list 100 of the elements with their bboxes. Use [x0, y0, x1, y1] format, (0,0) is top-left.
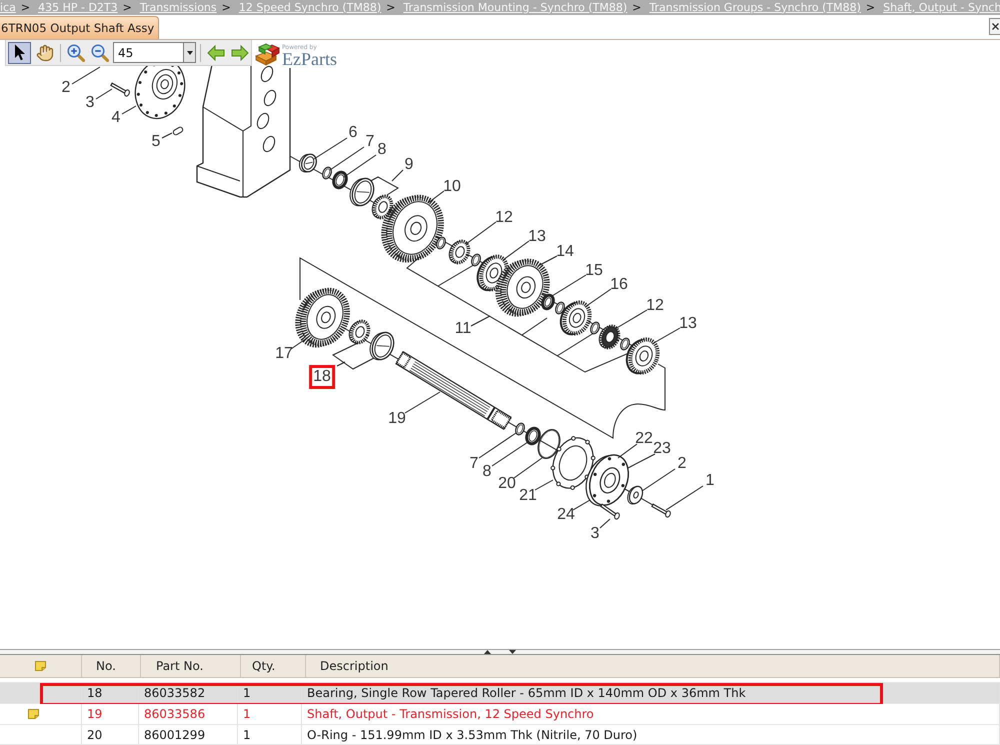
callout-label[interactable]: 12 [646, 298, 664, 314]
leader-line [336, 362, 346, 366]
callout-label[interactable]: 15 [585, 263, 603, 279]
table-cell: Shaft, Output - Transmission, 12 Speed Synchro [302, 704, 1000, 724]
zoom-field[interactable]: 45 [113, 42, 183, 63]
callout-label[interactable]: 3 [590, 526, 600, 542]
callout-label[interactable]: 8 [482, 464, 492, 480]
zoom-in-icon [67, 44, 85, 62]
seal-ring [541, 294, 555, 310]
gear [295, 288, 350, 348]
close-button[interactable] [989, 18, 1000, 35]
callout-label[interactable]: 11 [454, 321, 472, 337]
leader-line [466, 222, 496, 244]
table-cell: Bearing, Single Row Tapered Roller - 65mm ID x 140mm OD x 36mm Thk [302, 683, 1000, 703]
column-header[interactable]: No. [82, 655, 141, 677]
callout-label[interactable]: 12 [495, 210, 513, 226]
callout-label[interactable]: 21 [519, 488, 537, 504]
leader-line [478, 432, 516, 458]
retainer-plate [586, 454, 630, 506]
breadcrumb-separator: > [122, 0, 132, 14]
table-row[interactable]: 19 86033586 1 Shaft, Output - Transmission, 12 Speed Synchro [0, 704, 1000, 725]
seal-ring [525, 426, 541, 446]
callout-label[interactable]: 4 [112, 110, 120, 126]
table-cell: 19 [82, 704, 139, 724]
leader-line [162, 132, 172, 138]
roller-bearing [348, 320, 370, 344]
column-header[interactable]: Description [306, 655, 1000, 677]
callout-label[interactable]: 7 [470, 456, 478, 472]
bolt [110, 82, 130, 97]
leader-line [72, 66, 100, 84]
callout-label[interactable]: 17 [275, 346, 293, 362]
callout-label[interactable]: 2 [62, 80, 70, 96]
callout-label[interactable]: 14 [556, 244, 574, 260]
callout-label[interactable]: 9 [404, 157, 414, 173]
column-header[interactable]: Qty. [241, 655, 306, 677]
bracket-line [332, 342, 374, 370]
snap-ring [471, 254, 481, 266]
callout-label[interactable]: 7 [366, 134, 374, 150]
callout-label[interactable]: 13 [679, 316, 697, 332]
hand-icon [36, 44, 54, 62]
leader-line [502, 240, 530, 260]
leader-line [314, 138, 348, 160]
bolt [651, 503, 671, 518]
breadcrumb-separator: > [866, 0, 876, 14]
callout-label[interactable]: 2 [678, 456, 686, 472]
leader-line [96, 88, 112, 100]
dropdown-button[interactable] [183, 42, 196, 63]
callout-label[interactable]: 19 [388, 411, 406, 427]
breadcrumb-separator: > [222, 0, 231, 14]
table-cell: 20 [82, 725, 139, 744]
roller-bearing [598, 324, 620, 350]
pin [172, 126, 184, 136]
close-icon [992, 23, 999, 30]
callout-label[interactable]: 23 [653, 441, 671, 457]
leader-line [392, 170, 404, 182]
leader-line [470, 316, 490, 326]
callout-label[interactable]: 3 [86, 95, 94, 111]
zoom-out-button[interactable] [89, 42, 111, 64]
table-cell: 1 [238, 725, 302, 744]
callout-label[interactable]: 13 [528, 229, 546, 245]
pointer-tool-button[interactable] [8, 42, 31, 64]
o-ring [538, 429, 560, 459]
table-cell: 1 [238, 683, 302, 703]
bolt [600, 504, 620, 520]
zoom-in-button[interactable] [65, 42, 87, 64]
leader-line [404, 392, 440, 414]
arrow-right-icon [231, 44, 249, 60]
callout-label[interactable]: 20 [498, 476, 516, 492]
caret-icon [186, 50, 192, 54]
leader-line [652, 328, 680, 344]
callout-label[interactable]: 5 [152, 134, 160, 150]
breadcrumb-separator: > [20, 0, 30, 14]
leader-line [538, 256, 558, 266]
leader-line [344, 154, 376, 178]
leader-line [330, 146, 364, 170]
table-cell: 86033582 [139, 683, 238, 703]
callout-label[interactable]: 1 [706, 473, 714, 489]
callout-label[interactable]: 22 [635, 431, 653, 447]
callout-label[interactable]: 24 [557, 507, 575, 523]
column-header[interactable]: Part No. [141, 655, 241, 677]
callout-label[interactable]: 18 [309, 365, 335, 389]
logo-icon [254, 41, 281, 66]
callout-label[interactable]: 10 [443, 179, 461, 195]
leader-line [614, 310, 648, 330]
seal-ring [332, 170, 348, 190]
table-row[interactable]: 20 86001299 1 O-Ring - 151.99mm ID x 3.53mm Thk (Nitrile, 70 Duro) [0, 725, 1000, 745]
callout-label[interactable]: 6 [348, 125, 358, 141]
callout-label[interactable]: 16 [610, 277, 628, 293]
bearing-race [298, 154, 317, 172]
leader-line [492, 442, 528, 466]
table-cell: 1 [238, 704, 302, 724]
snap-ring [322, 166, 332, 180]
tab[interactable]: 6TRN05 Output Shaft Assy [0, 16, 160, 39]
breadcrumb-separator: > [386, 0, 396, 14]
table-row[interactable]: 18 86033582 1 Bearing, Single Row Tapered Roller - 65mm ID x 140mm OD x 36mm Thk [0, 683, 1000, 704]
table-cell: 86033586 [139, 704, 238, 724]
callout-label[interactable]: 8 [378, 142, 386, 158]
arrow-left-icon [207, 44, 225, 60]
gear [381, 194, 444, 262]
leader-line [666, 486, 704, 510]
